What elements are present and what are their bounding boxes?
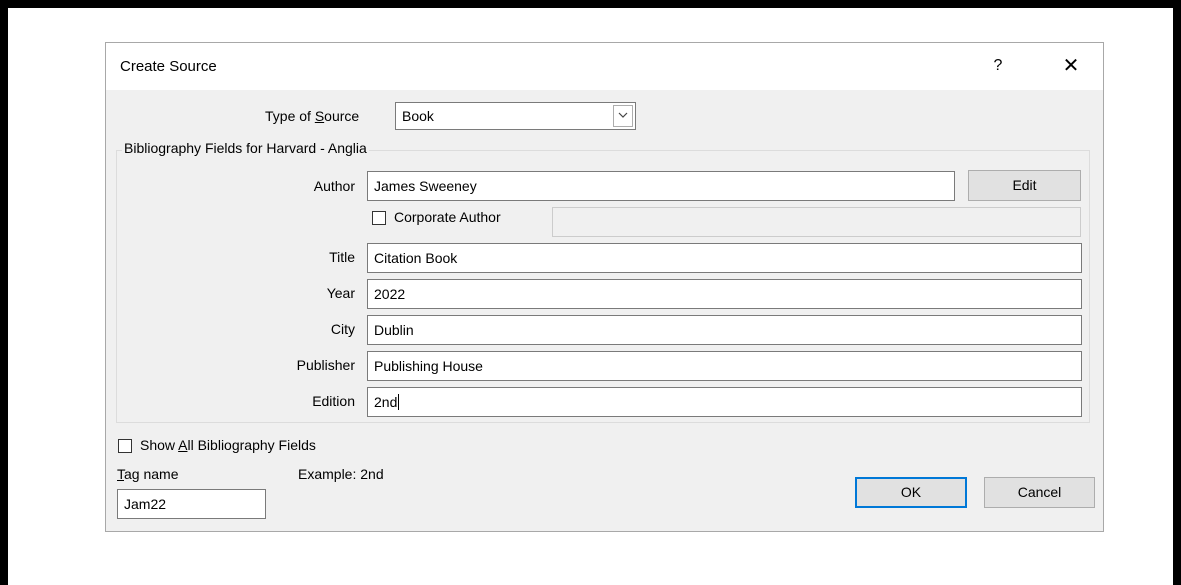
tag-name-label-post: ag name (124, 466, 179, 482)
ok-button[interactable]: OK (855, 477, 967, 508)
corporate-author-checkbox[interactable] (372, 211, 386, 225)
type-of-source-dropdown-button[interactable] (613, 105, 633, 127)
close-button[interactable]: ✕ (1052, 51, 1090, 81)
show-all-fields-checkbox[interactable] (118, 439, 132, 453)
type-of-source-label-pre: Type of (265, 108, 315, 124)
show-all-label-pre: Show (140, 437, 179, 453)
text-cursor (398, 394, 400, 410)
help-button[interactable]: ? (981, 51, 1015, 81)
bibliography-fields-group-title: Bibliography Fields for Harvard - Anglia (122, 140, 369, 156)
publisher-input[interactable]: Publishing House (367, 351, 1082, 381)
corporate-author-label: Corporate Author (394, 209, 501, 225)
show-all-fields-label: Show All Bibliography Fields (140, 437, 316, 453)
type-of-source-label: Type of Source (265, 108, 359, 124)
edition-label: Edition (312, 393, 355, 409)
show-all-label-post: ll Bibliography Fields (187, 437, 316, 453)
year-label: Year (326, 285, 355, 301)
corporate-author-input (552, 207, 1081, 237)
author-label: Author (313, 178, 355, 194)
edit-button[interactable]: Edit (968, 170, 1081, 201)
city-label: City (330, 321, 355, 337)
dialog-title: Create Source (120, 58, 217, 75)
title-label: Title (329, 249, 355, 265)
year-input[interactable]: 2022 (367, 279, 1082, 309)
cancel-button[interactable]: Cancel (984, 477, 1095, 508)
edition-input[interactable]: 2nd (367, 387, 1082, 417)
type-of-source-label-key: S (314, 108, 325, 124)
title-input[interactable]: Citation Book (367, 243, 1082, 273)
tag-name-label: Tag name (117, 466, 178, 482)
example-text: Example: 2nd (298, 466, 384, 482)
publisher-label: Publisher (296, 357, 355, 373)
author-input[interactable]: James Sweeney (367, 171, 955, 201)
tag-name-input[interactable]: Jam22 (117, 489, 266, 519)
city-input[interactable]: Dublin (367, 315, 1082, 345)
type-of-source-value: Book (402, 108, 434, 124)
tag-name-label-key: T (117, 466, 124, 482)
chevron-down-icon (618, 112, 628, 118)
type-of-source-label-post: ource (324, 108, 360, 124)
type-of-source-select[interactable]: Book (395, 102, 636, 130)
edition-value: 2nd (374, 394, 398, 410)
create-source-dialog: Create Source ? ✕ Type of Source Book Bi… (105, 42, 1104, 532)
title-bar: Create Source ? ✕ (106, 43, 1103, 90)
